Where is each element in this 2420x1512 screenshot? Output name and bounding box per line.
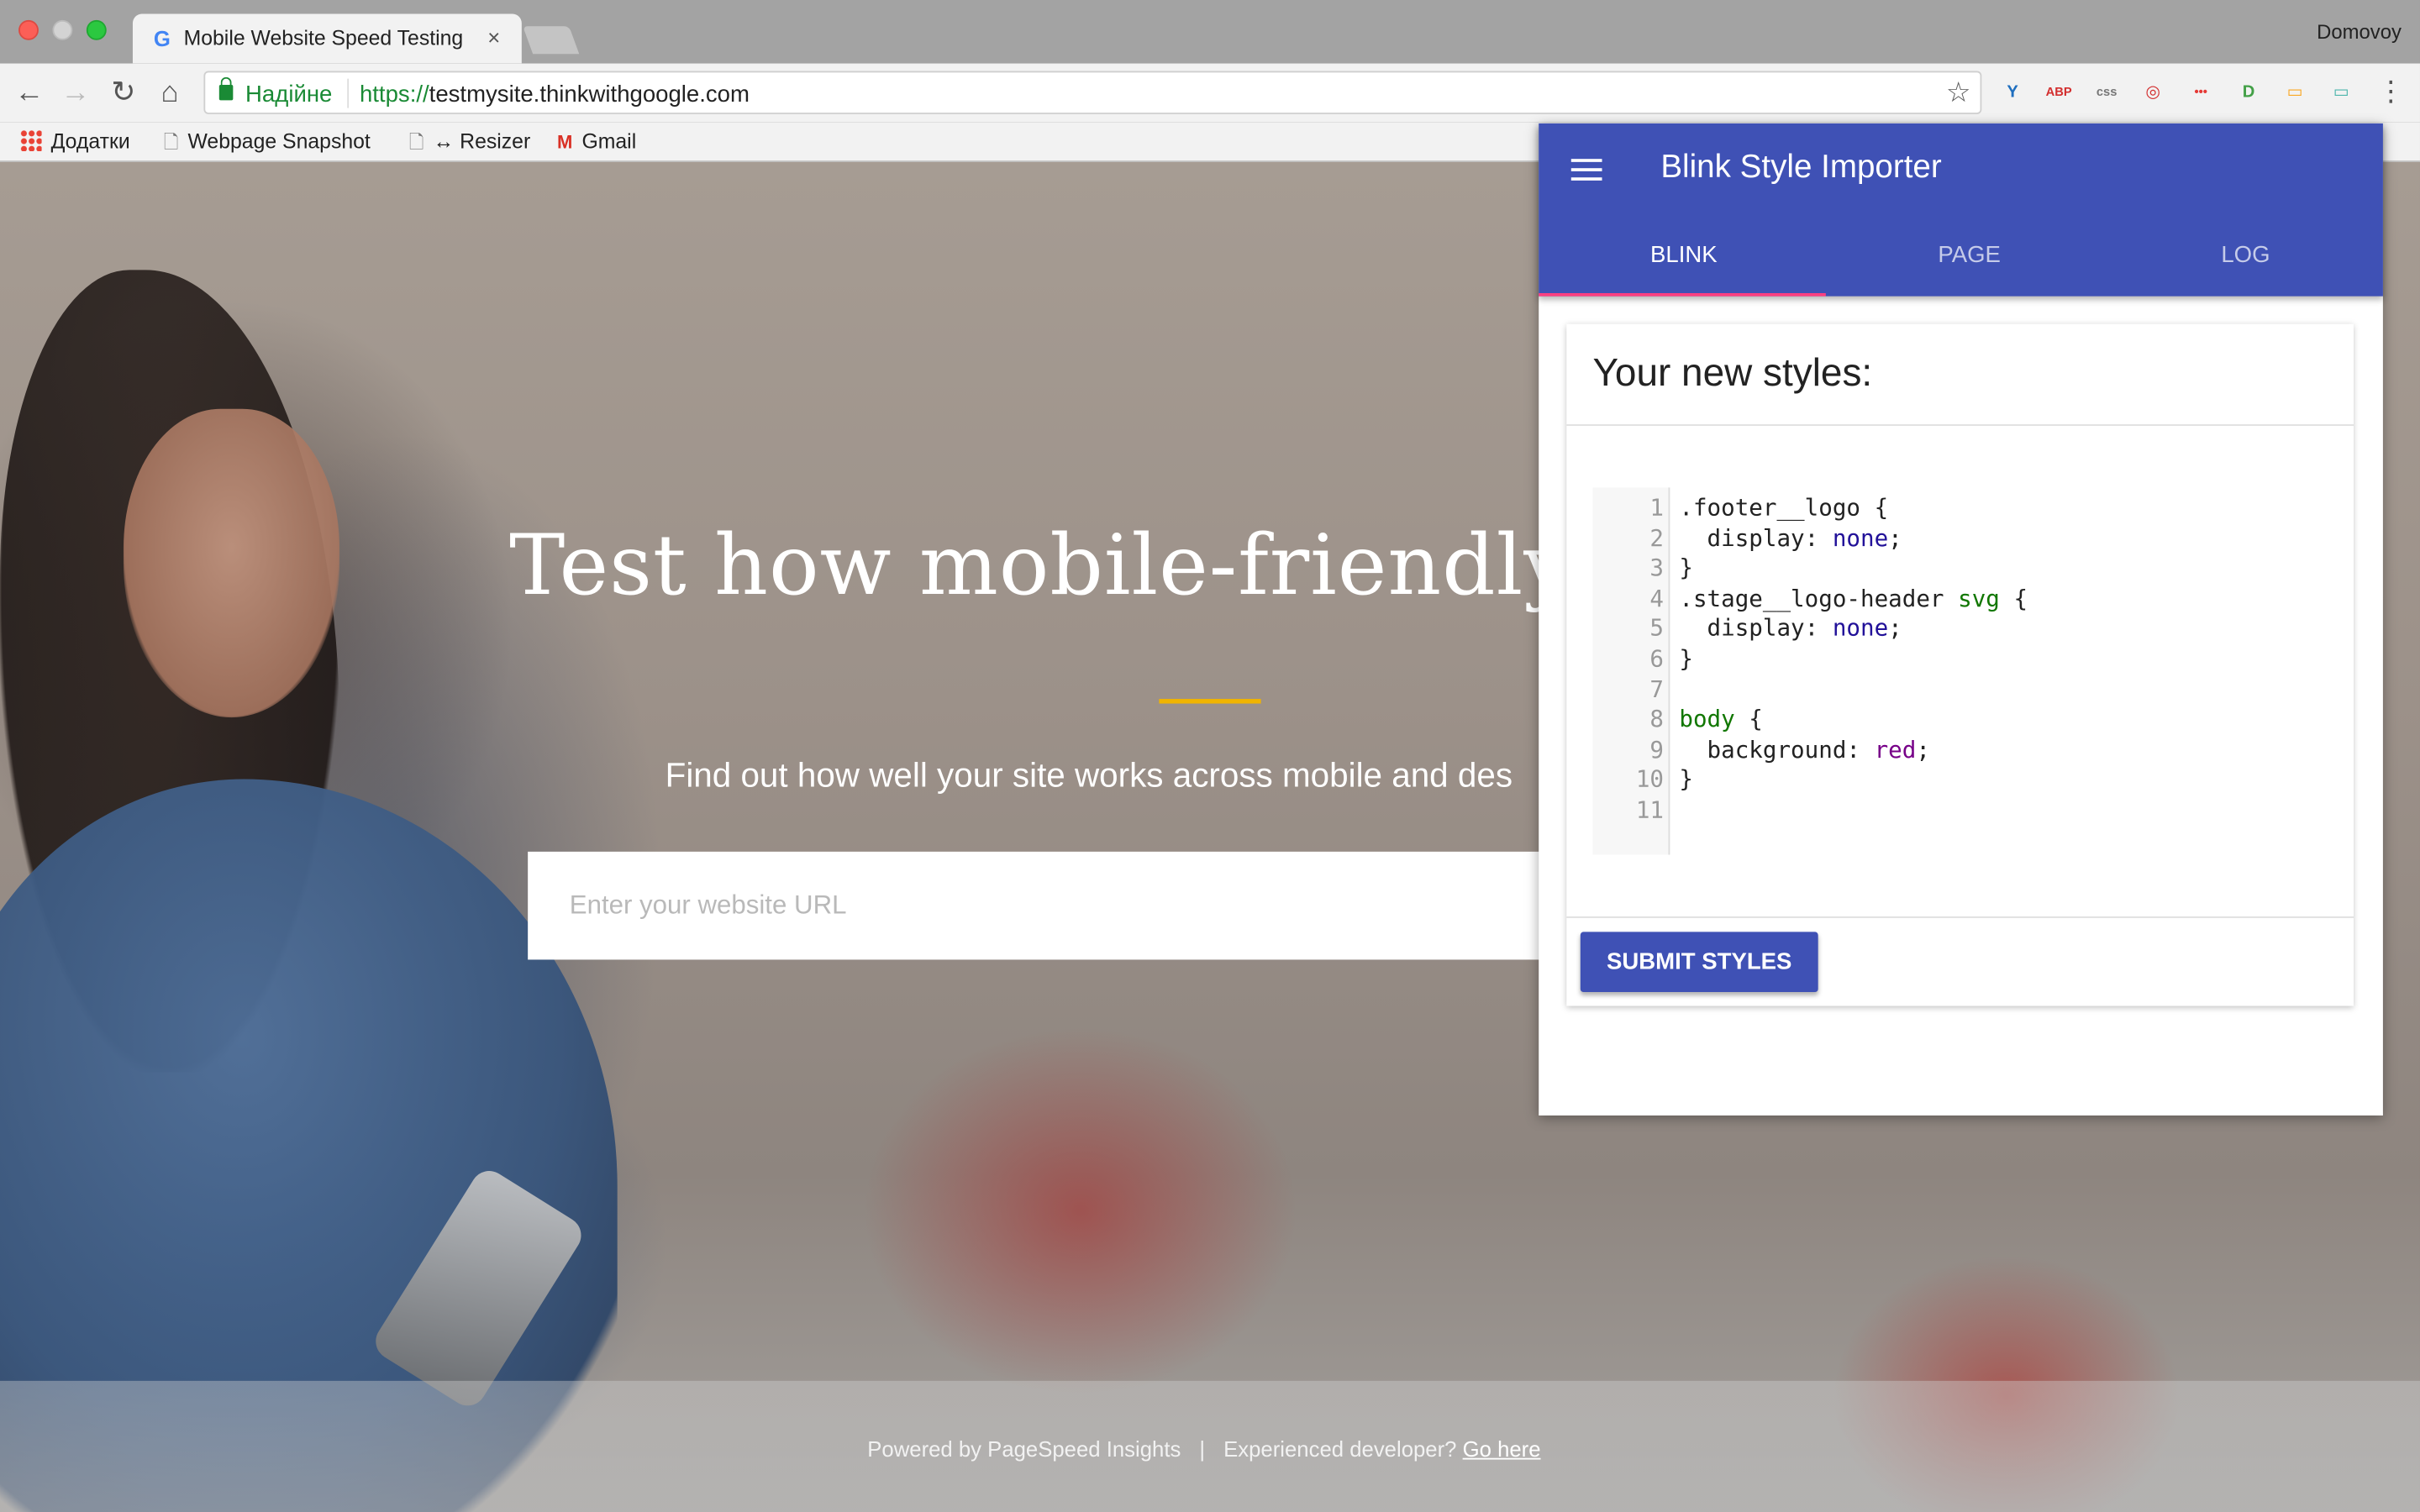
page-footer: Powered by PageSpeed Insights | Experience… — [867, 1436, 1540, 1461]
code-text: .stage__logo-header svg { — [1679, 584, 2028, 612]
forward-icon[interactable]: → — [59, 77, 92, 111]
lastpass-icon[interactable]: ◎ — [2139, 79, 2167, 107]
page-icon: 🗋 — [408, 131, 424, 153]
gmail-icon: M — [557, 131, 573, 153]
tab-log[interactable]: LOG — [2105, 222, 2386, 296]
google-icon: G — [153, 26, 171, 51]
url-scheme: https:// — [359, 81, 429, 108]
new-tab-button[interactable] — [523, 26, 580, 55]
line-number: 7 — [1649, 675, 1664, 703]
hero-title: Test how mobile-friendly yo — [509, 517, 1698, 615]
code-text: } — [1679, 644, 1693, 673]
popup-tabs: BLINK PAGE LOG — [1539, 222, 2386, 297]
profile-name[interactable]: Domovoy — [2317, 20, 2402, 44]
lock-icon — [218, 76, 234, 101]
code-text: } — [1679, 554, 1693, 582]
tab-page[interactable]: PAGE — [1829, 222, 2110, 296]
code-text: display: none; — [1679, 523, 1902, 552]
bookmark-gmail[interactable]: M Gmail — [557, 128, 636, 155]
zoom-window-button[interactable] — [86, 19, 107, 40]
card-title: Your new styles: — [1592, 351, 1873, 396]
style-importer-icon[interactable]: ▭ — [2328, 79, 2355, 107]
line-number: 6 — [1649, 644, 1664, 673]
bookmark-label: Webpage Snapshot — [187, 129, 371, 153]
dots-icon[interactable]: ••• — [2187, 79, 2215, 107]
developer-text: Experienced developer? — [1223, 1436, 1457, 1462]
line-number: 1 — [1649, 493, 1664, 522]
popup-title: Blink Style Importer — [1660, 150, 1942, 186]
hero-subtitle: Find out how well your site works across… — [665, 755, 1513, 795]
code-text: .footer__logo { — [1679, 493, 1889, 522]
bookmark-webpage-snapshot[interactable]: 🗋 Webpage Snapshot — [164, 128, 371, 155]
url-text[interactable]: https://testmysite.thinkwithgoogle.com — [360, 81, 750, 108]
menu-icon[interactable] — [1570, 159, 1602, 183]
active-tab-indicator — [1539, 292, 1826, 297]
css-icon[interactable]: css — [2093, 79, 2121, 107]
omnibox-divider — [347, 78, 350, 108]
styles-card: Your new styles: 1 .footer__logo { 2 displ… — [1566, 323, 2354, 1006]
popup-header: Blink Style Importer BLINK PAGE LOG — [1539, 123, 2383, 297]
extension-popup: Blink Style Importer BLINK PAGE LOG Your… — [1539, 123, 2383, 1116]
line-number: 9 — [1649, 735, 1664, 764]
apps-icon — [19, 129, 42, 151]
line-number: 4 — [1649, 584, 1664, 612]
line-number: 5 — [1649, 614, 1664, 643]
close-icon[interactable]: × — [481, 24, 506, 51]
code-text: display: none; — [1679, 614, 1902, 643]
tab-title: Mobile Website Speed Testing — [183, 26, 464, 50]
submit-styles-button[interactable]: SUBMIT STYLES — [1580, 932, 1818, 993]
bookmark-label: Додатки — [50, 129, 130, 153]
bookmark-star-icon[interactable]: ☆ — [1946, 77, 1971, 108]
line-number: 10 — [1635, 765, 1664, 794]
browser-toolbar: ← → ↻ ⌂ Надійне https://testmysite.think… — [0, 63, 2420, 123]
pushbullet-icon[interactable]: D — [2235, 79, 2263, 107]
ruler-icon[interactable]: ▭ — [2281, 79, 2309, 107]
page-icon: 🗋 — [163, 131, 179, 153]
home-icon[interactable]: ⌂ — [153, 77, 187, 111]
card-divider — [1566, 424, 2354, 426]
line-number: 8 — [1649, 705, 1664, 733]
code-text: } — [1679, 765, 1693, 794]
browser-tab[interactable]: G Mobile Website Speed Testing × — [132, 13, 522, 64]
css-code-editor[interactable]: 1 .footer__logo { 2 display: none; 3} 4 .stag… — [1592, 487, 2326, 855]
bookmark-label: ↔ Resizer — [433, 129, 531, 153]
tab-blink[interactable]: BLINK — [1544, 222, 1824, 296]
adblock-icon[interactable]: ABP — [2045, 79, 2073, 107]
website-url-input[interactable] — [528, 851, 1608, 960]
background-photo-face — [123, 408, 340, 718]
url-host: testmysite.thinkwithgoogle.com — [429, 81, 750, 108]
bookmark-label: Gmail — [581, 129, 637, 153]
bookmark-apps[interactable]: Додатки — [19, 128, 130, 155]
window-titlebar: G Mobile Website Speed Testing × Domovoy — [0, 0, 2420, 64]
secure-label[interactable]: Надійне — [245, 81, 332, 108]
reload-icon[interactable]: ↻ — [107, 77, 140, 111]
minimize-window-button[interactable] — [52, 19, 73, 40]
card-divider — [1566, 916, 2354, 918]
powered-by-text: Powered by PageSpeed Insights — [867, 1436, 1181, 1462]
code-text: body { — [1679, 705, 1763, 733]
address-bar[interactable]: Надійне https://testmysite.thinkwithgoog… — [203, 71, 1982, 114]
browser-menu-icon[interactable]: ⋮ — [2377, 76, 2405, 107]
line-number: 3 — [1649, 554, 1664, 582]
line-number: 11 — [1635, 795, 1664, 824]
yoast-icon[interactable]: Y — [1999, 79, 2027, 107]
hero-divider — [1159, 699, 1261, 704]
code-text: background: red; — [1679, 735, 1930, 764]
footer-separator: | — [1199, 1436, 1206, 1462]
bookmark-resizer[interactable]: 🗋 ↔ Resizer — [409, 128, 530, 155]
close-window-button[interactable] — [18, 19, 39, 40]
back-icon[interactable]: ← — [13, 77, 46, 111]
go-here-link[interactable]: Go here — [1463, 1436, 1541, 1461]
line-number: 2 — [1649, 523, 1664, 552]
